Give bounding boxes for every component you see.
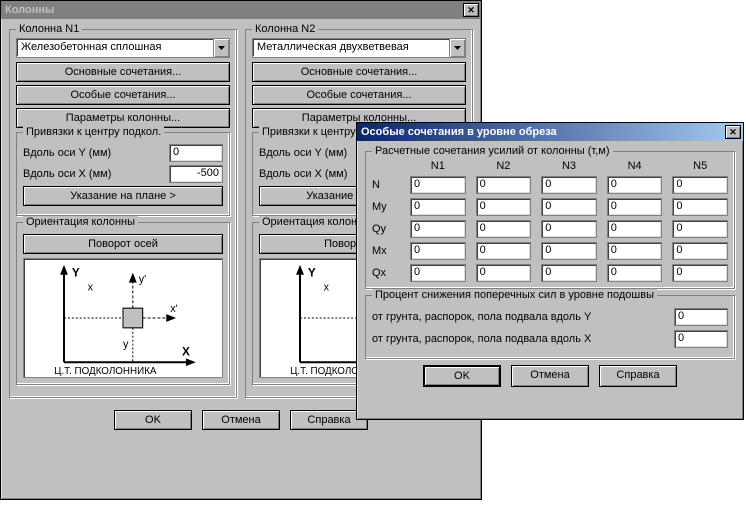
force-row-my-label: My [372,201,400,213]
forces-legend: Расчетные сочетания усилий от колонны (т… [372,145,613,157]
dialog-ok-button[interactable]: OK [423,365,501,387]
along-x-label: Вдоль оси X (мм) [23,168,165,180]
orientation-n1-legend: Ориентация колонны [23,216,138,228]
dialog-title: Особые сочетания в уровне обреза [361,126,725,138]
main-combinations-button-n2[interactable]: Основные сочетания... [252,62,466,82]
percent-group: Процент снижения поперечных сил в уровне… [365,295,735,359]
percent-x-input[interactable]: 0 [674,330,728,348]
force-qy-n1[interactable]: 0 [410,220,466,238]
svg-text:Y: Y [308,266,316,280]
ok-button[interactable]: OK [114,410,192,430]
along-y-input[interactable]: 0 [169,144,223,162]
column-n2-type-value: Металлическая двухветвевая [253,39,449,57]
force-qx-n3[interactable]: 0 [541,264,597,282]
force-my-n4[interactable]: 0 [607,198,663,216]
percent-x-label: от грунта, распорок, пола подвала вдоль … [372,333,674,345]
force-row-qx-label: Qx [372,267,400,279]
columns-title: Колонны [5,4,463,16]
dialog-button-row: OK Отмена Справка [365,365,735,387]
forces-header-n3: N3 [541,160,597,172]
force-qx-n2[interactable]: 0 [476,264,532,282]
column-params-button[interactable]: Параметры колонны... [16,108,230,128]
force-my-n2[interactable]: 0 [476,198,532,216]
columns-titlebar[interactable]: Колонны ✕ [1,1,481,19]
indicate-on-plan-button[interactable]: Указание на плане > [23,186,223,206]
bindings-n1-group: Привязки к центру подкол. Вдоль оси Y (м… [16,132,230,216]
forces-header-n1: N1 [410,160,466,172]
svg-text:Y: Y [72,266,80,280]
force-qy-n3[interactable]: 0 [541,220,597,238]
forces-header-n5: N5 [672,160,728,172]
along-y-label: Вдоль оси Y (мм) [23,147,165,159]
orientation-diagram: Y X y' x' [23,258,223,378]
percent-y-label: от грунта, распорок, пола подвала вдоль … [372,311,674,323]
close-icon[interactable]: ✕ [725,125,741,139]
column-n2-legend: Колонна N2 [252,23,318,35]
chevron-down-icon[interactable] [449,39,465,57]
force-qx-n1[interactable]: 0 [410,264,466,282]
svg-text:x: x [88,281,94,293]
special-combinations-button-n2[interactable]: Особые сочетания... [252,85,466,105]
force-n-n4[interactable]: 0 [607,176,663,194]
column-n2-type-dropdown[interactable]: Металлическая двухветвевая [252,38,466,58]
force-mx-n4[interactable]: 0 [607,242,663,260]
svg-text:x: x [324,281,330,293]
svg-text:y': y' [139,274,146,286]
force-n-n3[interactable]: 0 [541,176,597,194]
force-qy-n2[interactable]: 0 [476,220,532,238]
force-qx-n4[interactable]: 0 [607,264,663,282]
close-icon[interactable]: ✕ [463,3,479,17]
force-my-n1[interactable]: 0 [410,198,466,216]
orientation-n1-group: Ориентация колонны Поворот осей Y X [16,222,230,385]
force-row-qy-label: Qy [372,223,400,235]
force-my-n5[interactable]: 0 [672,198,728,216]
svg-text:x': x' [170,303,177,315]
main-combinations-button[interactable]: Основные сочетания... [16,62,230,82]
forces-header-n2: N2 [476,160,532,172]
percent-legend: Процент снижения поперечных сил в уровне… [372,289,657,301]
force-mx-n2[interactable]: 0 [476,242,532,260]
forces-group: Расчетные сочетания усилий от колонны (т… [365,151,735,289]
column-n1-group: Колонна N1 Железобетонная сплошная Основ… [9,29,237,398]
column-n1-type-dropdown[interactable]: Железобетонная сплошная [16,38,230,58]
column-n1-type-value: Железобетонная сплошная [17,39,213,57]
percent-y-input[interactable]: 0 [674,308,728,326]
forces-header-n4: N4 [607,160,663,172]
force-mx-n5[interactable]: 0 [672,242,728,260]
column-n1-legend: Колонна N1 [16,23,82,35]
special-combinations-dialog: Особые сочетания в уровне обреза ✕ Расче… [356,122,744,420]
force-n-n5[interactable]: 0 [672,176,728,194]
force-my-n3[interactable]: 0 [541,198,597,216]
force-mx-n1[interactable]: 0 [410,242,466,260]
cancel-button[interactable]: Отмена [202,410,280,430]
force-row-mx-label: Mx [372,245,400,257]
rotate-axes-button[interactable]: Поворот осей [23,234,223,254]
force-qy-n5[interactable]: 0 [672,220,728,238]
svg-text:Ц.Т. ПОДКОЛОННИКА: Ц.Т. ПОДКОЛОННИКА [54,366,157,377]
svg-text:X: X [182,344,190,358]
force-n-n2[interactable]: 0 [476,176,532,194]
force-qy-n4[interactable]: 0 [607,220,663,238]
bindings-n1-legend: Привязки к центру подкол. [23,126,164,138]
force-row-n-label: N [372,179,400,191]
dialog-titlebar[interactable]: Особые сочетания в уровне обреза ✕ [357,123,743,141]
special-combinations-button[interactable]: Особые сочетания... [16,85,230,105]
force-mx-n3[interactable]: 0 [541,242,597,260]
svg-text:y: y [123,339,129,351]
force-n-n1[interactable]: 0 [410,176,466,194]
force-qx-n5[interactable]: 0 [672,264,728,282]
dialog-cancel-button[interactable]: Отмена [511,365,589,387]
chevron-down-icon[interactable] [213,39,229,57]
along-x-input[interactable]: -500 [169,165,223,183]
dialog-help-button[interactable]: Справка [599,365,677,387]
